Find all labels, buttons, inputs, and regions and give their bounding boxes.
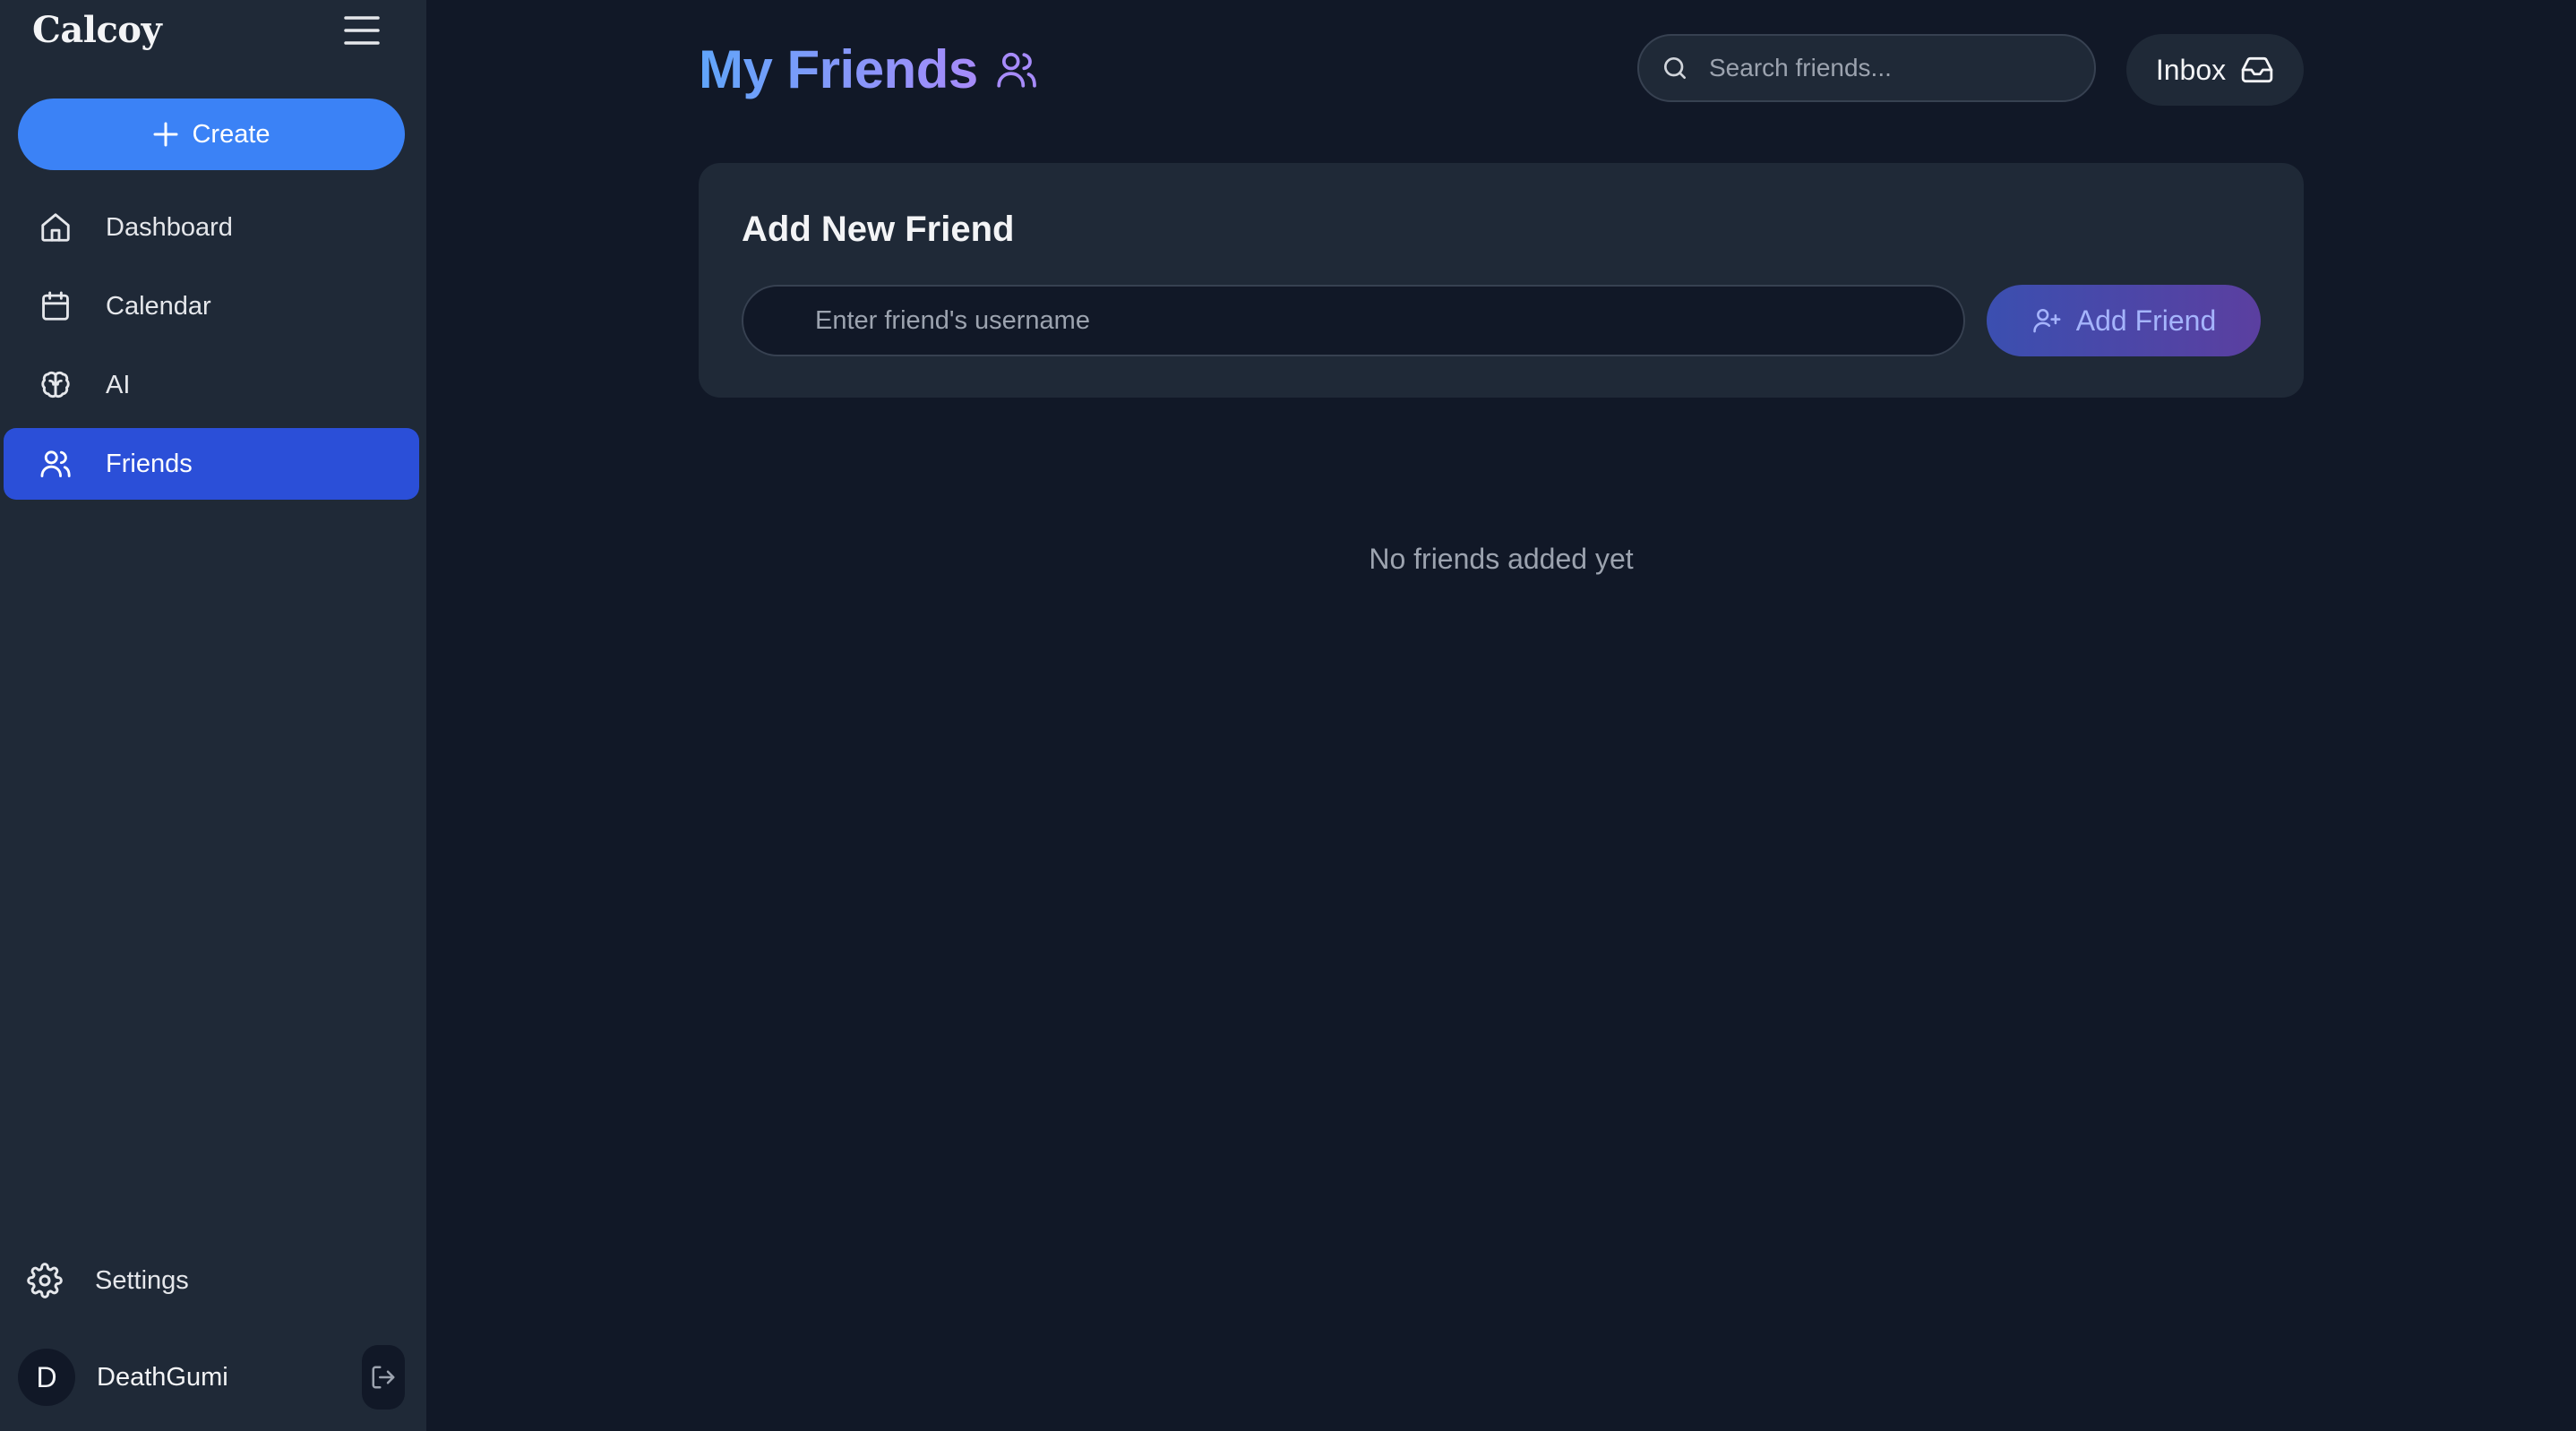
- create-button-label: Create: [192, 119, 270, 149]
- logout-icon: [372, 1366, 395, 1389]
- logout-button[interactable]: [362, 1345, 405, 1410]
- search-box: [1637, 34, 2096, 102]
- username: DeathGumi: [97, 1362, 228, 1392]
- add-friend-card: Add New Friend Add Friend: [699, 163, 2304, 398]
- calendar-icon: [38, 288, 73, 324]
- empty-state-message: No friends added yet: [1369, 543, 1634, 575]
- add-friend-button[interactable]: Add Friend: [1987, 285, 2261, 356]
- sidebar-item-settings[interactable]: Settings: [27, 1245, 403, 1316]
- sidebar-item-label: Friends: [106, 449, 193, 478]
- inbox-button[interactable]: Inbox: [2126, 34, 2304, 106]
- sidebar-item-calendar[interactable]: Calendar: [4, 270, 419, 342]
- sidebar-item-friends[interactable]: Friends: [4, 428, 419, 500]
- sidebar: Calcoy Create Dashboard Calendar AI Frie…: [0, 0, 426, 1431]
- users-icon: [38, 446, 73, 482]
- brand-logo: Calcoy: [32, 9, 162, 51]
- add-friend-title: Add New Friend: [742, 210, 1015, 249]
- sidebar-item-label: Calendar: [106, 291, 211, 321]
- sidebar-item-dashboard[interactable]: Dashboard: [4, 192, 419, 263]
- search-icon: [1664, 57, 1686, 79]
- home-icon: [38, 210, 73, 245]
- avatar[interactable]: D: [18, 1349, 75, 1406]
- sidebar-item-label: AI: [106, 370, 131, 399]
- users-icon: [994, 47, 1039, 92]
- inbox-label: Inbox: [2155, 53, 2227, 86]
- gear-icon: [27, 1263, 63, 1298]
- sidebar-item-ai[interactable]: AI: [4, 349, 419, 421]
- app-root: Calcoy Create Dashboard Calendar AI Frie…: [0, 0, 2576, 1431]
- user-plus-icon: [2033, 308, 2061, 333]
- create-button[interactable]: Create: [18, 99, 405, 170]
- friend-username-input[interactable]: [742, 285, 1965, 356]
- brain-icon: [38, 367, 73, 403]
- page-header: My Friends: [699, 36, 1039, 104]
- plus-icon: [153, 122, 178, 147]
- user-profile: D DeathGumi: [18, 1343, 405, 1411]
- hamburger-icon: [344, 16, 380, 45]
- hamburger-menu-button[interactable]: [340, 13, 383, 48]
- add-friend-button-label: Add Friend: [2075, 304, 2217, 337]
- search-input[interactable]: [1709, 54, 2067, 82]
- settings-label: Settings: [95, 1265, 189, 1295]
- inbox-icon: [2241, 56, 2273, 83]
- sidebar-item-label: Dashboard: [106, 212, 233, 242]
- page-title: My Friends: [699, 36, 978, 104]
